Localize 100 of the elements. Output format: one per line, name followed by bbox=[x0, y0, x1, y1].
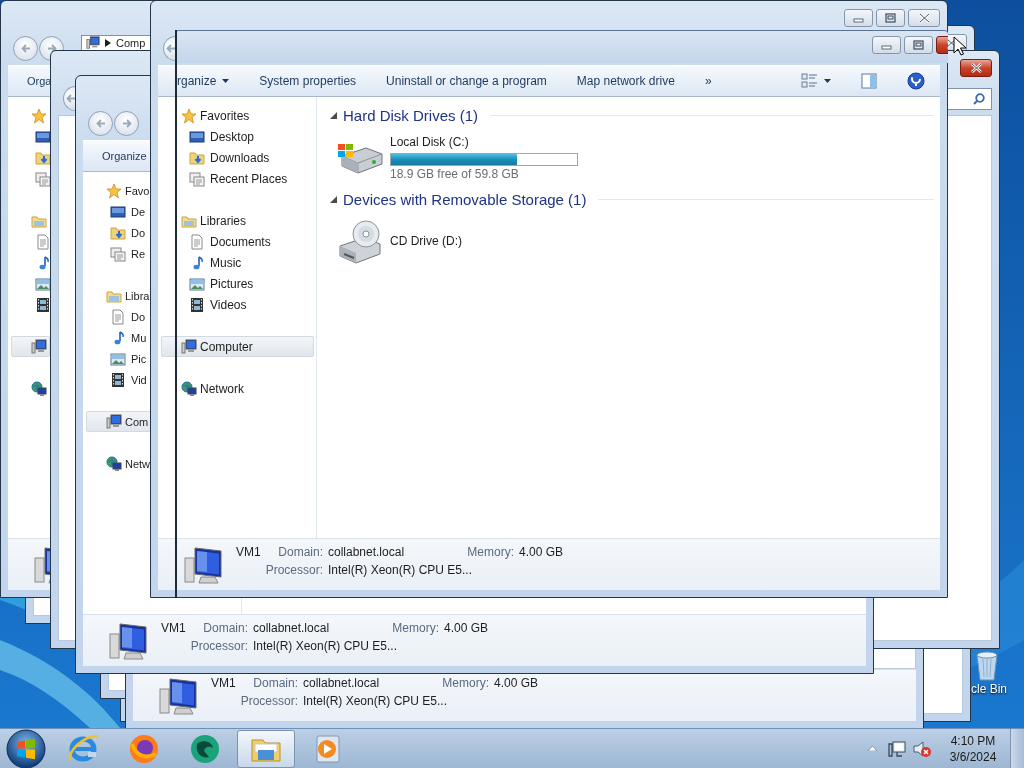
field-value: collabnet.local bbox=[328, 544, 405, 560]
nav-item[interactable]: Vid bbox=[86, 369, 150, 390]
free-space-text: 18.9 GB free of 59.8 GB bbox=[390, 166, 519, 182]
clock-time[interactable]: 4:10 PM bbox=[950, 732, 996, 749]
maximize-button[interactable] bbox=[904, 36, 933, 54]
network-icon bbox=[31, 380, 47, 397]
minimize-button[interactable] bbox=[872, 36, 901, 54]
computer-icon bbox=[31, 338, 47, 355]
computer-icon bbox=[106, 413, 122, 430]
forward-arrow-icon bbox=[121, 119, 132, 128]
nav-item[interactable]: Documents bbox=[161, 231, 314, 252]
film-icon bbox=[110, 371, 126, 388]
nav-item[interactable]: Mu bbox=[86, 327, 150, 348]
star-icon bbox=[31, 107, 47, 124]
caret-icon bbox=[824, 79, 831, 83]
clock-date[interactable]: 3/6/2024 bbox=[949, 748, 997, 765]
network-icon bbox=[106, 455, 122, 472]
drive-item[interactable]: Local Disk (C:) 18.9 GB free of 59.8 GB bbox=[336, 134, 596, 182]
computer-name: VM1 bbox=[161, 620, 186, 636]
download-folder-icon bbox=[189, 149, 205, 166]
maximize-icon bbox=[912, 40, 925, 50]
nav-item[interactable]: Downloads bbox=[161, 147, 314, 168]
maximize-button[interactable] bbox=[876, 9, 905, 27]
recent-places-icon bbox=[189, 170, 205, 187]
field-value: collabnet.local bbox=[253, 620, 330, 636]
group-header[interactable]: Hard Disk Drives (1) bbox=[343, 106, 478, 124]
field-value: 4.00 GB bbox=[444, 620, 489, 636]
close-button[interactable] bbox=[960, 59, 992, 77]
field-value: 4.00 GB bbox=[494, 675, 539, 691]
close-button[interactable] bbox=[908, 9, 940, 27]
film-icon bbox=[35, 296, 51, 313]
nav-item[interactable]: Network bbox=[161, 378, 314, 399]
field-value: Intel(R) Xeon(R) CPU E5... bbox=[303, 693, 448, 709]
back-arrow-icon bbox=[20, 44, 31, 53]
drive-name: Local Disk (C:) bbox=[390, 134, 469, 150]
nav-item[interactable]: Music bbox=[161, 252, 314, 273]
back-arrow-icon bbox=[66, 94, 76, 103]
nav-item[interactable]: Pictures bbox=[161, 273, 314, 294]
back-arrow-icon bbox=[166, 44, 176, 53]
nav-item[interactable]: Do bbox=[86, 222, 149, 243]
computer-name: VM1 bbox=[211, 675, 236, 691]
close-icon bbox=[917, 13, 931, 23]
nav-item[interactable]: Com bbox=[86, 411, 152, 432]
nav-item[interactable]: Videos bbox=[161, 294, 314, 315]
nav-item[interactable]: Favorites bbox=[161, 105, 314, 126]
picture-icon bbox=[110, 350, 126, 367]
speaker-muted-icon[interactable] bbox=[912, 739, 932, 758]
drive-item[interactable]: CD Drive (D:) bbox=[336, 218, 596, 264]
toolbar-button[interactable]: Map network drive bbox=[561, 68, 690, 94]
search-field[interactable] bbox=[947, 87, 992, 110]
computer-icon bbox=[86, 36, 100, 50]
field-label: Domain: bbox=[278, 544, 323, 560]
expand-arrow-icon[interactable] bbox=[330, 111, 337, 119]
more-button[interactable]: » bbox=[689, 68, 727, 94]
nav-item[interactable]: Libra bbox=[86, 285, 153, 306]
document-icon bbox=[189, 233, 205, 250]
cd-drive-icon bbox=[336, 218, 384, 264]
field-label: Domain: bbox=[203, 620, 248, 636]
nav-item[interactable] bbox=[11, 336, 50, 357]
nav-item[interactable]: Libraries bbox=[161, 210, 314, 231]
help-icon bbox=[907, 72, 925, 90]
field-value: Intel(R) Xeon(R) CPU E5... bbox=[328, 562, 473, 578]
toolbar-button[interactable]: System properties bbox=[244, 68, 372, 94]
recycle-bin-icon[interactable] bbox=[974, 650, 1000, 682]
chevron-icon[interactable] bbox=[105, 39, 111, 47]
taskbar-button[interactable] bbox=[237, 729, 295, 768]
field-value: 4.00 GB bbox=[519, 544, 564, 560]
recent-places-icon bbox=[35, 170, 51, 187]
close-icon bbox=[969, 63, 983, 73]
network-icon bbox=[181, 380, 197, 397]
minimize-button[interactable] bbox=[844, 9, 873, 27]
nav-item[interactable]: Do bbox=[86, 306, 149, 327]
group-header[interactable]: Devices with Removable Storage (1) bbox=[343, 190, 587, 208]
icon-label[interactable]: cle Bin bbox=[971, 682, 1008, 696]
computer-name: VM1 bbox=[236, 544, 261, 560]
nav-item[interactable]: Favo bbox=[86, 180, 153, 201]
nav-item[interactable]: Recent Places bbox=[161, 168, 314, 189]
document-icon bbox=[35, 233, 51, 250]
network-icon[interactable] bbox=[888, 739, 906, 758]
computer-icon bbox=[181, 338, 197, 355]
field-label: Processor: bbox=[240, 693, 298, 709]
nav-item[interactable]: Re bbox=[86, 243, 149, 264]
computer-icon bbox=[158, 677, 198, 717]
toolbar-button[interactable]: Uninstall or change a program bbox=[371, 68, 562, 94]
field-label: Processor: bbox=[190, 638, 248, 654]
download-folder-icon bbox=[110, 224, 126, 241]
expand-arrow-icon[interactable] bbox=[330, 195, 337, 203]
nav-item[interactable]: De bbox=[86, 201, 149, 222]
desktop-icon bbox=[189, 128, 205, 145]
pane-icon bbox=[861, 73, 877, 89]
field-label: Processor: bbox=[265, 562, 323, 578]
nav-item[interactable]: Computer bbox=[161, 336, 314, 357]
nav-item[interactable]: Pic bbox=[86, 348, 150, 369]
film-icon bbox=[189, 296, 205, 313]
nav-item[interactable]: Desktop bbox=[161, 126, 314, 147]
nav-item[interactable]: Netw bbox=[86, 453, 154, 474]
field-label: Memory: bbox=[392, 620, 439, 636]
address-field[interactable]: Comp bbox=[81, 35, 151, 51]
toolbar-button[interactable]: Organize bbox=[102, 147, 147, 165]
menu-button[interactable]: rganize bbox=[162, 68, 245, 94]
